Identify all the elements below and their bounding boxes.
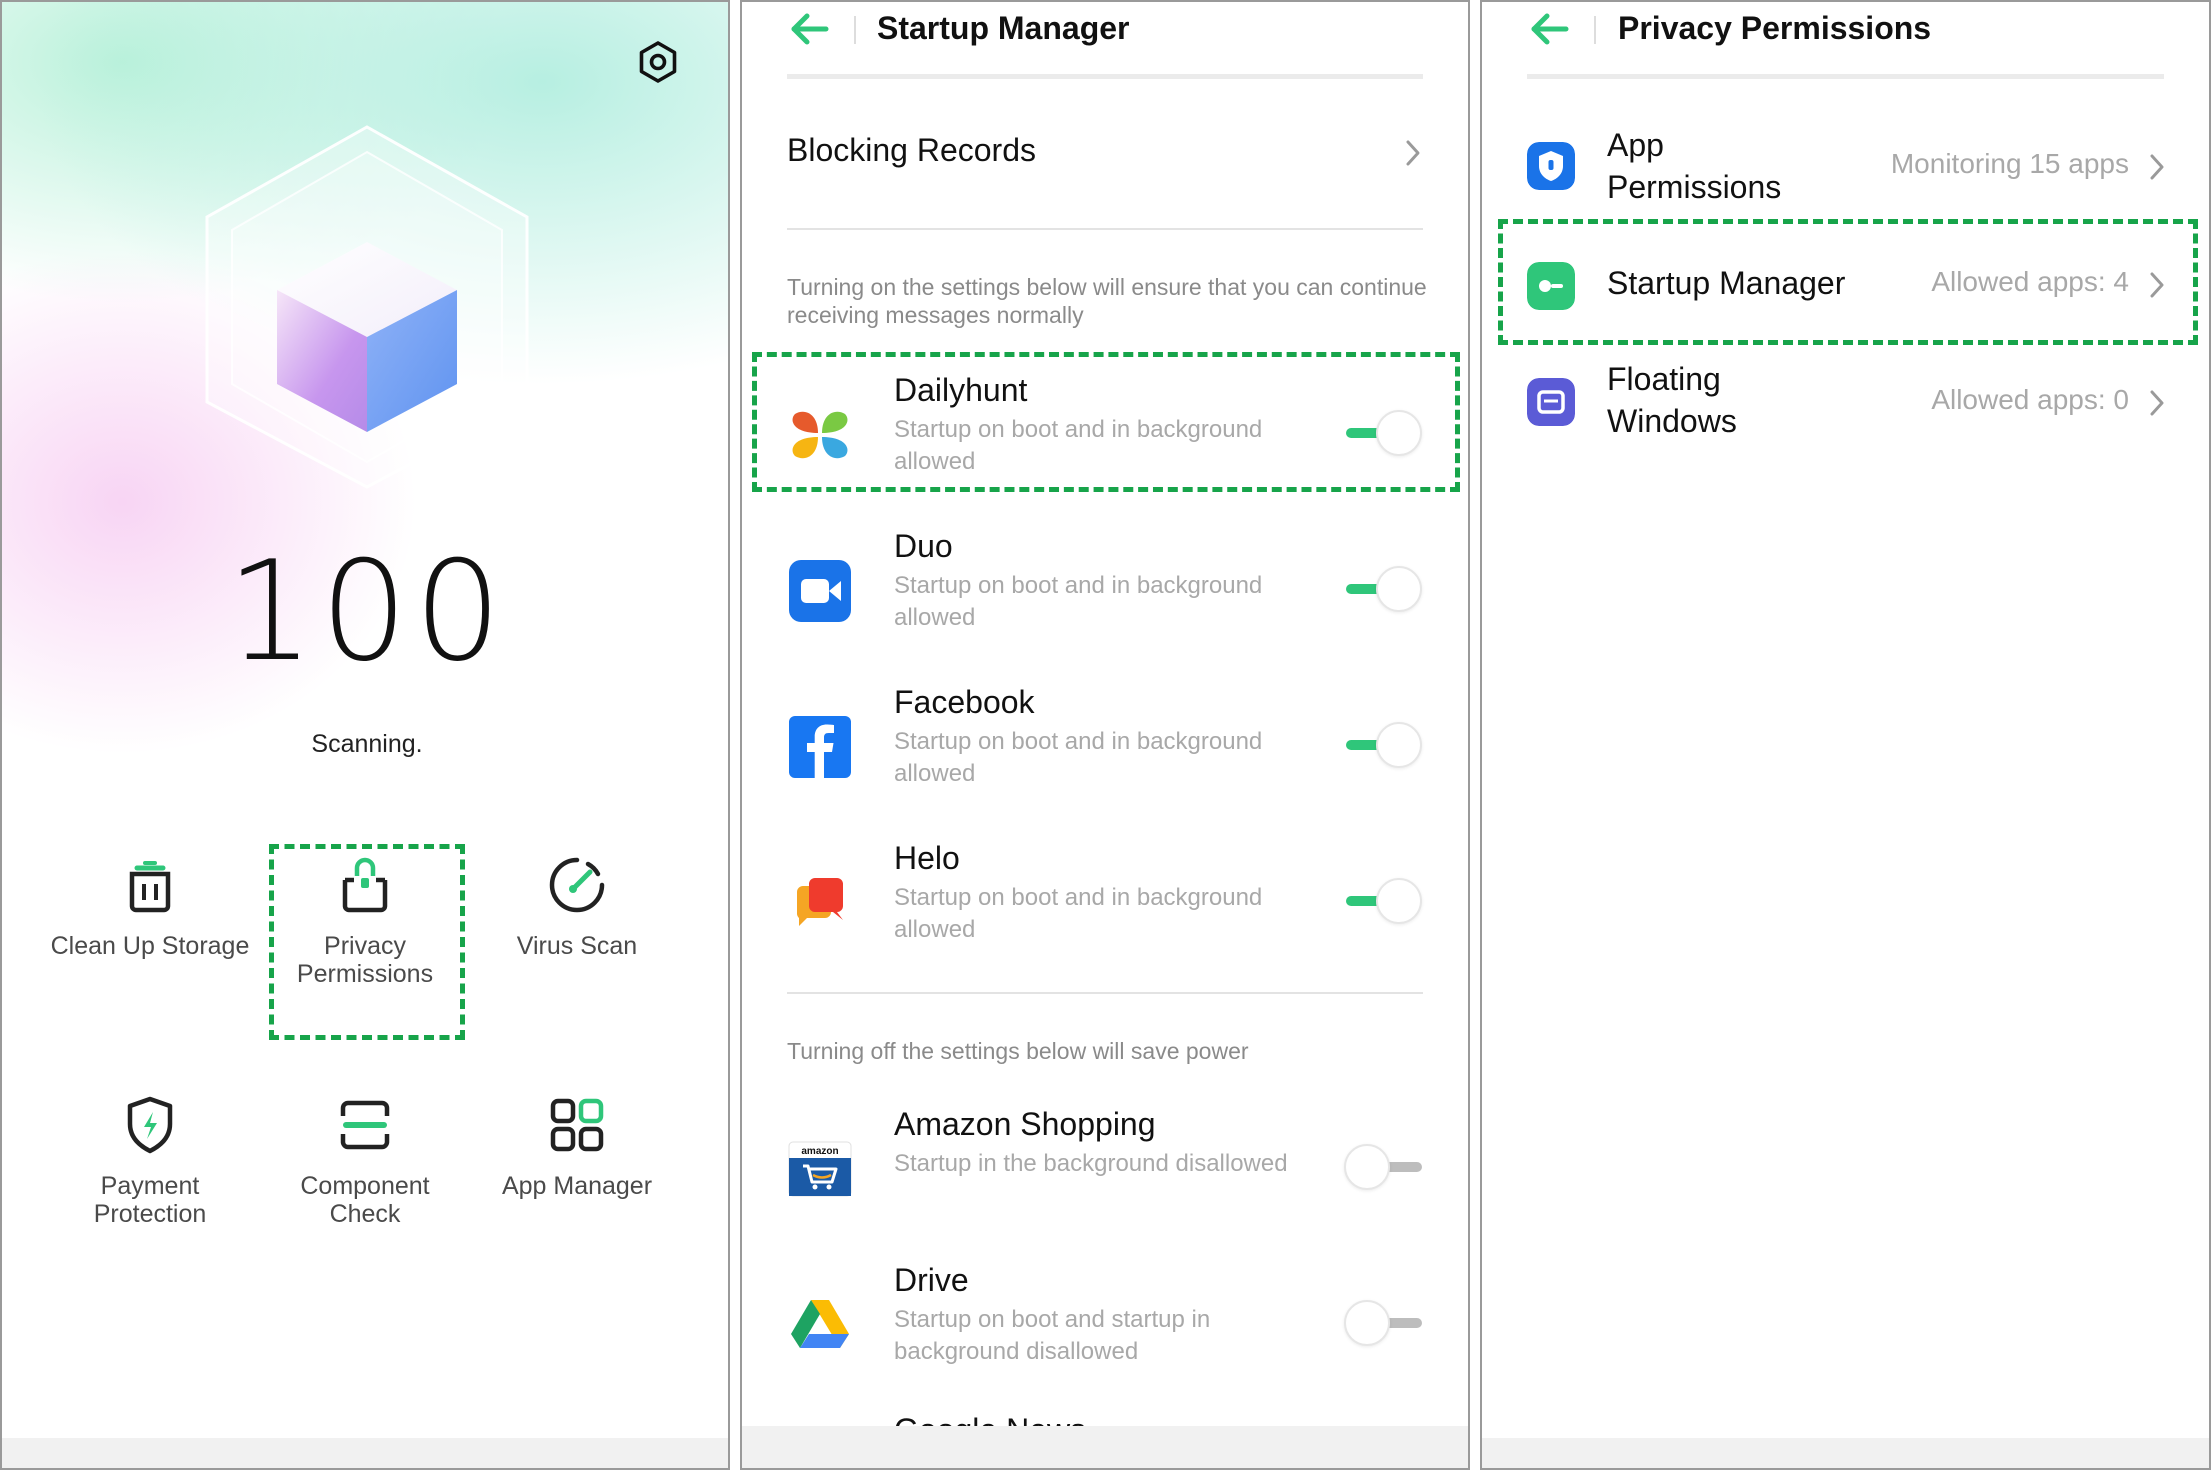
settings-gear-icon[interactable] [636,40,680,84]
chevron-right-icon [2150,390,2164,416]
back-arrow-icon[interactable] [790,12,830,46]
tool-app-manager[interactable]: App Manager [472,1094,682,1200]
security-score: 100 [226,531,508,692]
divider [787,992,1423,994]
app-status: Startup on boot and in background allowe… [894,728,1263,787]
google-drive-icon [791,1300,849,1348]
tool-component-check[interactable]: Component Check [260,1094,470,1228]
blocking-records-label: Blocking Records [787,132,1036,168]
startup-toggle[interactable] [1342,1296,1426,1350]
blocking-records-row[interactable]: Blocking Records [787,112,1423,192]
app-name: Amazon Shopping [894,1106,1156,1142]
header-divider [854,16,856,44]
svg-text:amazon: amazon [801,1146,838,1157]
trash-icon [129,861,171,913]
app-status: Startup in the background disallowed [894,1150,1288,1177]
bottom-strip [1482,1438,2209,1468]
app-row-amazon-shopping[interactable]: amazon Amazon Shopping Startup in the ba… [742,1102,1468,1252]
row-value: Monitoring 15 apps [1890,148,2129,179]
app-name: Helo [894,840,960,876]
header-rule [787,74,1423,79]
startup-toggle[interactable] [1342,1140,1426,1194]
tool-clean-up-storage[interactable]: Clean Up Storage [45,854,255,960]
highlight-box-privacy-permissions [269,844,465,1040]
scan-status-text: Scanning. [311,730,423,758]
tool-payment-protection[interactable]: Payment Protection [45,1094,255,1228]
startup-toggle[interactable] [1342,874,1426,928]
tool-label: Clean Up Storage [50,932,250,960]
row-value: Allowed apps: 0 [1931,384,2129,415]
tool-label: Payment Protection [93,1172,207,1228]
allowed-section-hint: Turning on the settings below will ensur… [787,274,1427,328]
app-row-drive[interactable]: Drive Startup on boot and startup in bac… [742,1258,1468,1408]
app-status: Startup on boot and in background allowe… [894,572,1263,631]
bottom-strip [742,1426,1468,1468]
header-rule [1527,74,2164,79]
chevron-right-icon [2150,154,2164,180]
highlight-box-dailyhunt [752,352,1460,492]
floating-window-icon [1527,378,1575,426]
header-divider [1594,16,1596,44]
shield-icon [1527,142,1575,190]
scan-frame-icon [340,1100,390,1150]
tool-label: App Manager [501,1172,653,1200]
app-status: Startup on boot and in background allowe… [894,884,1263,943]
app-name: Facebook [894,684,1035,720]
tool-virus-scan[interactable]: Virus Scan [472,854,682,960]
startup-toggle[interactable] [1342,562,1426,616]
app-status: Startup on boot and startup in backgroun… [894,1306,1211,1365]
page-title: Privacy Permissions [1618,10,1932,46]
floating-windows-row[interactable]: Floating Windows Allowed apps: 0 [1482,346,2209,466]
shield-bolt-icon [127,1096,173,1154]
facebook-icon [789,716,851,778]
back-arrow-icon[interactable] [1530,12,1570,46]
tool-label: Component Check [300,1172,430,1228]
app-name: Duo [894,528,953,564]
amazon-shopping-icon: amazon [788,1141,852,1197]
app-permissions-row[interactable]: App Permissions Monitoring 15 apps [1482,106,2209,226]
speedometer-icon [549,857,605,913]
row-title: Floating Windows [1607,361,1737,439]
app-row-facebook[interactable]: Facebook Startup on boot and in backgrou… [742,680,1468,830]
app-row-helo[interactable]: Helo Startup on boot and in background a… [742,836,1468,986]
phone-manager-panel: 100 Scanning. Clean Up Storage Privacy P… [0,0,730,1470]
divider [787,228,1423,230]
security-cube-illustration [205,125,529,489]
startup-manager-panel: Startup Manager Blocking Records Turning… [740,0,1470,1470]
bottom-strip [2,1438,728,1468]
highlight-box-startup-manager [1498,219,2198,345]
page-title: Startup Manager [877,10,1130,46]
chevron-right-icon [1406,140,1420,166]
tool-label: Virus Scan [516,932,638,960]
duo-icon [789,560,851,622]
disallowed-section-hint: Turning off the settings below will save… [787,1038,1249,1064]
header: Privacy Permissions [1482,2,2209,76]
header: Startup Manager [742,2,1468,76]
privacy-permissions-panel: Privacy Permissions App Permissions Moni… [1480,0,2211,1470]
app-name: Drive [894,1262,969,1298]
app-grid-icon [550,1098,604,1152]
app-row-duo[interactable]: Duo Startup on boot and in background al… [742,524,1468,674]
helo-icon [797,878,843,926]
row-title: App Permissions [1607,127,1782,205]
startup-toggle[interactable] [1342,718,1426,772]
